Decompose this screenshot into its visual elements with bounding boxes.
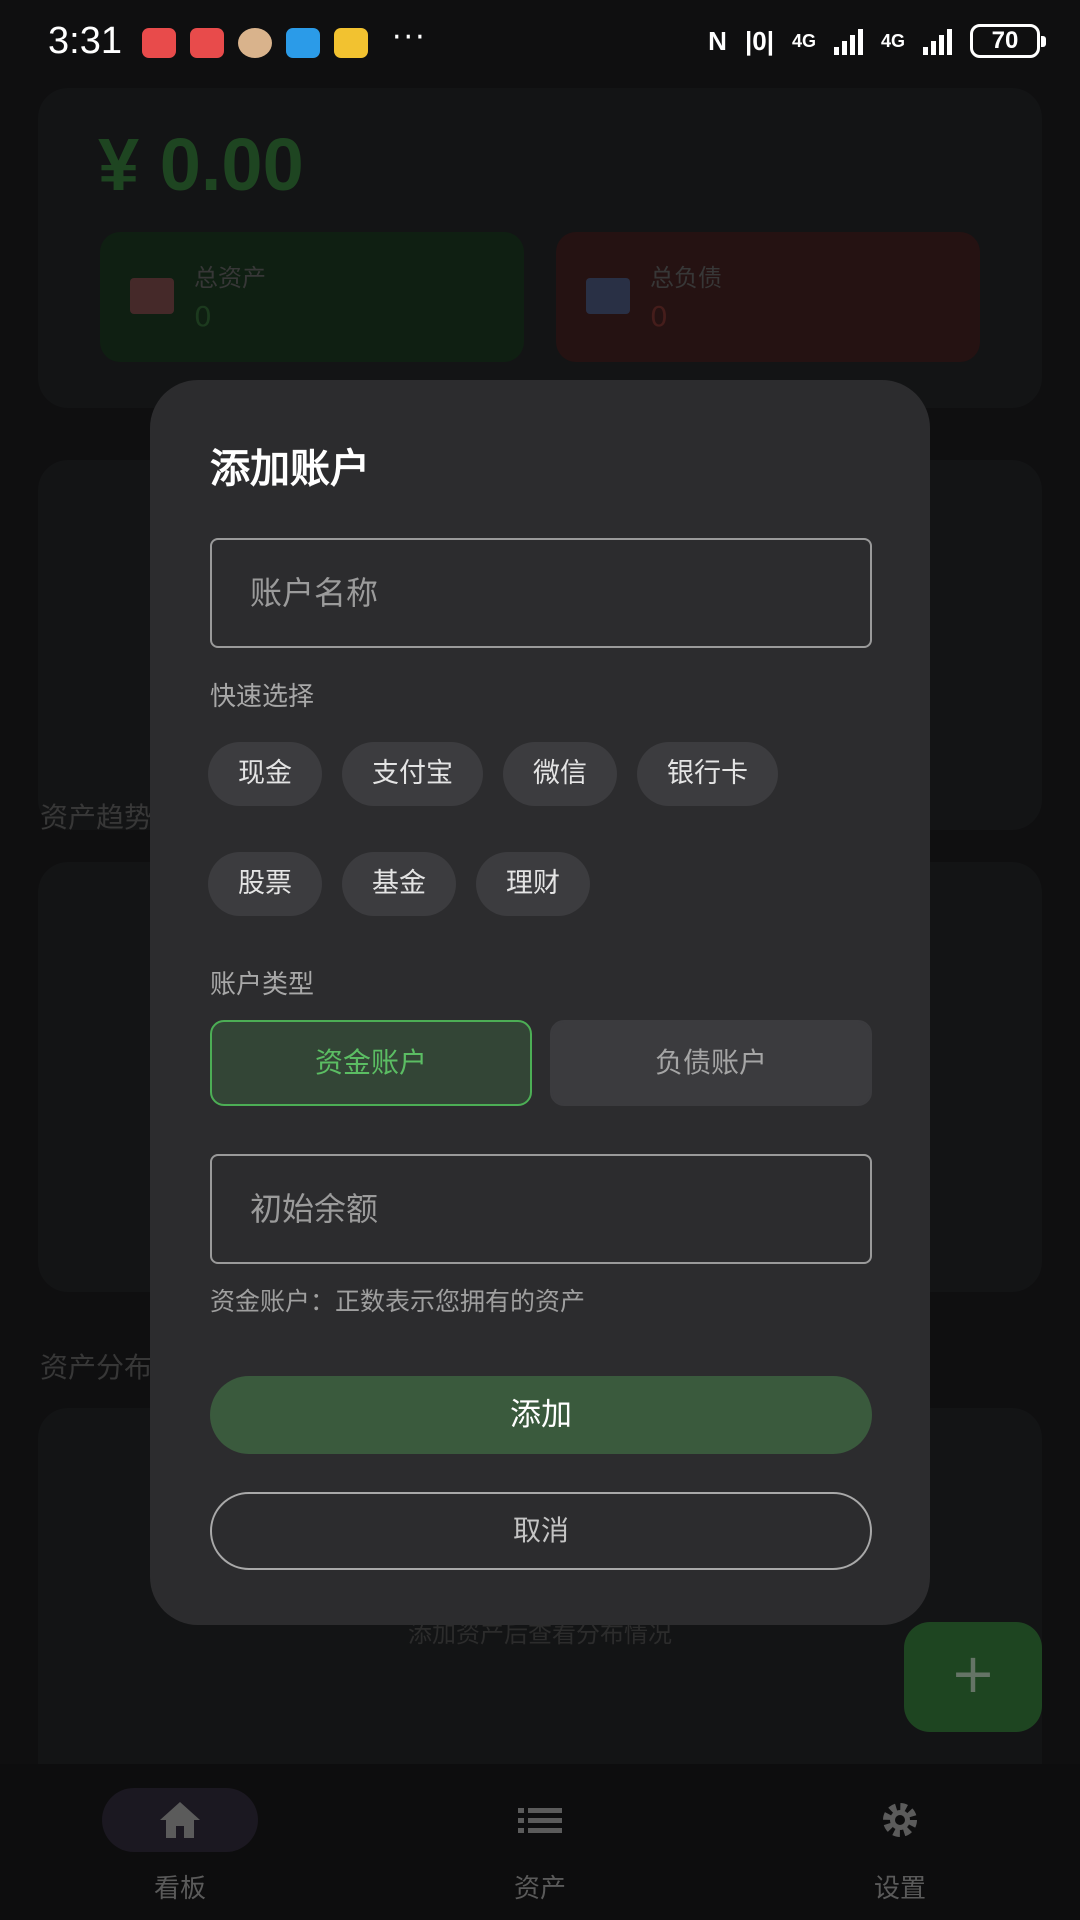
account-type-hint: 资金账户：正数表示您拥有的资产 (210, 1287, 586, 1316)
add-account-dialog: 添加账户 快速选择 现金 支付宝 微信 银行卡 股票 基金 理财 账户类型 资金… (150, 380, 930, 1625)
account-name-input[interactable] (210, 538, 872, 648)
quick-chips-row-1: 现金 支付宝 微信 银行卡 (208, 742, 778, 806)
cancel-button[interactable]: 取消 (210, 1492, 872, 1570)
chip-alipay[interactable]: 支付宝 (342, 742, 483, 806)
chip-wealth[interactable]: 理财 (476, 852, 590, 916)
notification-icons (142, 28, 368, 58)
signal-icon (833, 27, 863, 55)
chip-wechat[interactable]: 微信 (503, 742, 617, 806)
chip-fund[interactable]: 基金 (342, 852, 456, 916)
more-notifications-icon: ··· (392, 20, 427, 55)
avatar-notification-icon (238, 28, 272, 58)
signal-icon (923, 27, 952, 55)
quick-select-label: 快速选择 (210, 682, 315, 712)
network-type-1: 4G (791, 30, 816, 51)
nfc-icon: N (708, 25, 727, 56)
mail-icon (334, 28, 368, 58)
dialog-title: 添加账户 (210, 446, 370, 492)
battery-icon: 70 (970, 24, 1046, 58)
initial-balance-input[interactable] (210, 1154, 872, 1264)
chat-app-icon (286, 28, 320, 58)
system-indicators: N |0| 4G 4G 70 (708, 24, 1046, 58)
type-capital-button[interactable]: 资金账户 (210, 1020, 532, 1106)
huawei-mall-icon (142, 28, 176, 58)
add-button[interactable]: 添加 (210, 1376, 872, 1454)
network-type-2: 4G (880, 30, 905, 51)
status-bar: 3:31 ··· N |0| 4G 4G 70 (0, 0, 1080, 88)
vibrate-icon: |0| (744, 25, 774, 56)
quick-chips-row-2: 股票 基金 理财 (208, 852, 590, 916)
account-type-label: 账户类型 (210, 970, 315, 1000)
chip-cash[interactable]: 现金 (208, 742, 322, 806)
huawei-mall-icon (190, 28, 224, 58)
status-time: 3:31 (48, 20, 122, 62)
chip-stock[interactable]: 股票 (208, 852, 322, 916)
type-debt-button[interactable]: 负债账户 (550, 1020, 872, 1106)
chip-bank-card[interactable]: 银行卡 (637, 742, 778, 806)
